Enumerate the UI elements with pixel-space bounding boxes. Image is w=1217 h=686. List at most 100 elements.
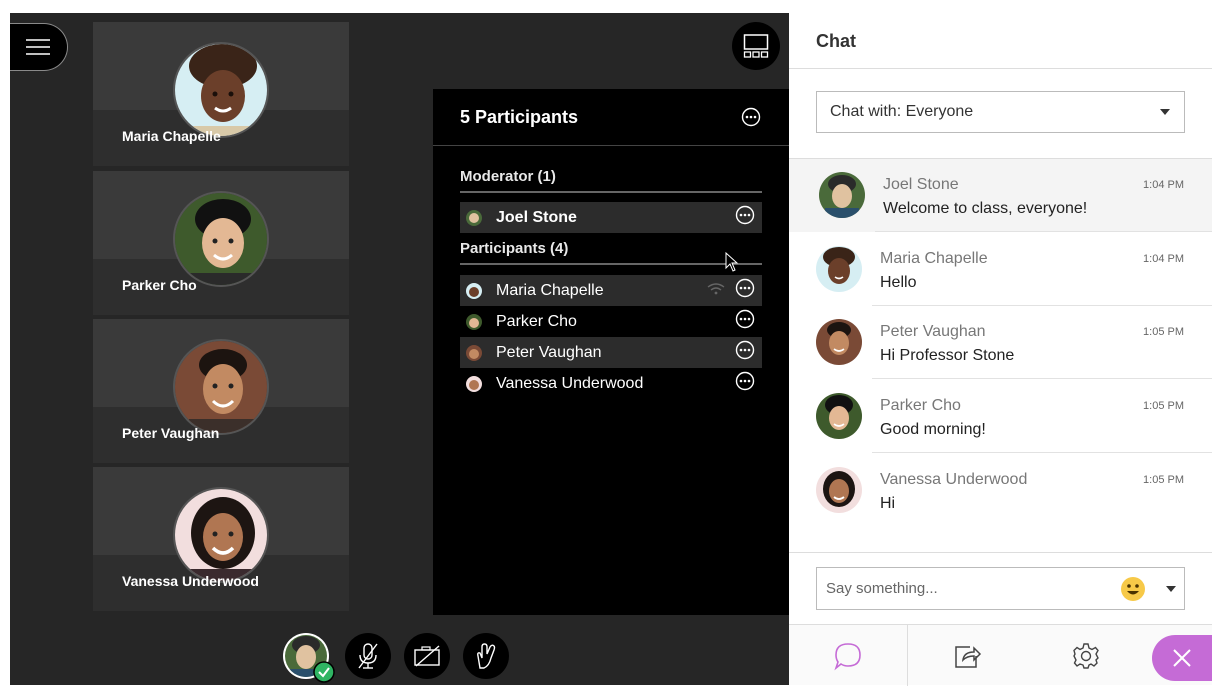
avatar	[173, 339, 269, 435]
divider	[433, 145, 789, 146]
gear-icon	[1073, 642, 1099, 669]
avatar	[816, 467, 862, 513]
panel-tab-bar	[789, 624, 1212, 686]
message-author: Parker Cho	[880, 397, 961, 414]
more-options-icon	[735, 309, 755, 329]
chat-input-placeholder: Say something...	[826, 580, 938, 597]
more-options-icon	[735, 340, 755, 360]
participant-name: Peter Vaughan	[496, 343, 602, 361]
moderator-section-title: Moderator (1)	[460, 168, 556, 185]
avatar	[173, 487, 269, 583]
chevron-down-icon[interactable]	[1166, 586, 1176, 592]
emoji-icon[interactable]	[1120, 576, 1146, 602]
chevron-down-icon	[1160, 109, 1170, 115]
layout-grid-icon	[743, 34, 769, 58]
avatar	[819, 172, 865, 218]
wifi-signal-icon	[707, 282, 725, 294]
message-text: Welcome to class, everyone!	[883, 200, 1088, 217]
chat-with-value: Chat with: Everyone	[830, 103, 974, 120]
raise-hand-icon	[477, 643, 496, 669]
participants-section-title: Participants (4)	[460, 240, 569, 257]
message-text: Hello	[880, 274, 917, 291]
message-time: 1:04 PM	[1143, 179, 1184, 191]
avatar	[466, 282, 482, 299]
participant-row[interactable]: Parker Cho	[460, 306, 762, 337]
participant-more-button[interactable]	[735, 278, 755, 303]
message-author: Peter Vaughan	[880, 323, 986, 340]
chat-message[interactable]: Joel Stone 1:04 PM Welcome to class, eve…	[789, 159, 1212, 232]
message-author: Maria Chapelle	[880, 250, 988, 267]
tile-name: Peter Vaughan	[122, 425, 220, 441]
participant-more-button[interactable]	[735, 340, 755, 365]
connection-status	[707, 282, 725, 300]
avatar	[816, 393, 862, 439]
message-time: 1:05 PM	[1143, 400, 1184, 412]
message-time: 1:05 PM	[1143, 326, 1184, 338]
chat-message[interactable]: Peter Vaughan 1:05 PM Hi Professor Stone	[789, 306, 1212, 379]
divider	[460, 191, 762, 193]
participants-more-button[interactable]	[741, 107, 761, 132]
video-stage: Maria Chapelle Parker Cho Peter Vaughan …	[10, 13, 789, 685]
tab-chat[interactable]	[789, 625, 907, 686]
cursor-icon	[725, 252, 739, 272]
message-time: 1:05 PM	[1143, 474, 1184, 486]
message-text: Good morning!	[880, 421, 986, 438]
microphone-button[interactable]	[345, 633, 391, 679]
participant-name: Vanessa Underwood	[496, 374, 644, 392]
participant-row[interactable]: Vanessa Underwood	[460, 368, 762, 399]
menu-button[interactable]	[10, 23, 68, 71]
participants-panel: 5 Participants Moderator (1) Joel Stone …	[433, 89, 789, 615]
message-time: 1:04 PM	[1143, 253, 1184, 265]
more-options-icon	[735, 278, 755, 298]
participant-more-button[interactable]	[735, 371, 755, 396]
tile-name: Vanessa Underwood	[122, 573, 259, 589]
participant-more-button[interactable]	[735, 205, 755, 230]
my-status-button[interactable]	[283, 633, 335, 683]
video-tile[interactable]: Vanessa Underwood	[93, 467, 349, 611]
avatar	[466, 209, 482, 226]
participants-title: 5 Participants	[460, 107, 579, 127]
avatar	[816, 319, 862, 365]
collaborate-window: Maria Chapelle Parker Cho Peter Vaughan …	[10, 13, 1212, 686]
video-tile[interactable]: Parker Cho	[93, 171, 349, 315]
status-check-icon	[313, 661, 335, 683]
participant-row[interactable]: Peter Vaughan	[460, 337, 762, 368]
more-options-icon	[741, 107, 761, 127]
chat-panel: Chat Chat with: Everyone Joel Stone 1:04…	[789, 13, 1212, 686]
avatar	[173, 191, 269, 287]
participant-name: Maria Chapelle	[496, 281, 604, 299]
chat-bubble-icon	[834, 642, 861, 670]
camera-off-icon	[414, 645, 440, 667]
avatar	[816, 246, 862, 292]
avatar	[466, 313, 482, 330]
chat-message[interactable]: Maria Chapelle 1:04 PM Hello	[789, 233, 1212, 306]
participant-row[interactable]: Joel Stone	[460, 202, 762, 233]
chat-message[interactable]: Vanessa Underwood 1:05 PM Hi	[789, 454, 1212, 527]
video-tile[interactable]: Maria Chapelle	[93, 22, 349, 166]
chat-message-input[interactable]: Say something...	[816, 567, 1185, 610]
close-icon	[1173, 649, 1191, 667]
tab-share-content[interactable]	[908, 625, 1026, 686]
divider	[789, 68, 1212, 69]
participant-more-button[interactable]	[735, 309, 755, 334]
avatar	[466, 375, 482, 392]
tile-name: Maria Chapelle	[122, 128, 221, 144]
share-content-icon	[955, 645, 982, 668]
raise-hand-button[interactable]	[463, 633, 509, 679]
chat-with-dropdown[interactable]: Chat with: Everyone	[816, 91, 1185, 133]
more-options-icon	[735, 205, 755, 225]
avatar	[466, 344, 482, 361]
chat-message[interactable]: Parker Cho 1:05 PM Good morning!	[789, 380, 1212, 453]
layout-button[interactable]	[732, 22, 780, 70]
divider	[460, 263, 762, 265]
more-options-icon	[735, 371, 755, 391]
video-tile[interactable]: Peter Vaughan	[93, 319, 349, 463]
chat-title: Chat	[816, 31, 856, 51]
message-text: Hi	[880, 495, 896, 512]
close-panel-button[interactable]	[1152, 635, 1212, 681]
participant-row[interactable]: Maria Chapelle	[460, 275, 762, 306]
message-text: Hi Professor Stone	[880, 347, 1015, 364]
hamburger-menu-icon	[25, 39, 50, 55]
tab-settings[interactable]	[1027, 625, 1145, 686]
camera-button[interactable]	[404, 633, 450, 679]
